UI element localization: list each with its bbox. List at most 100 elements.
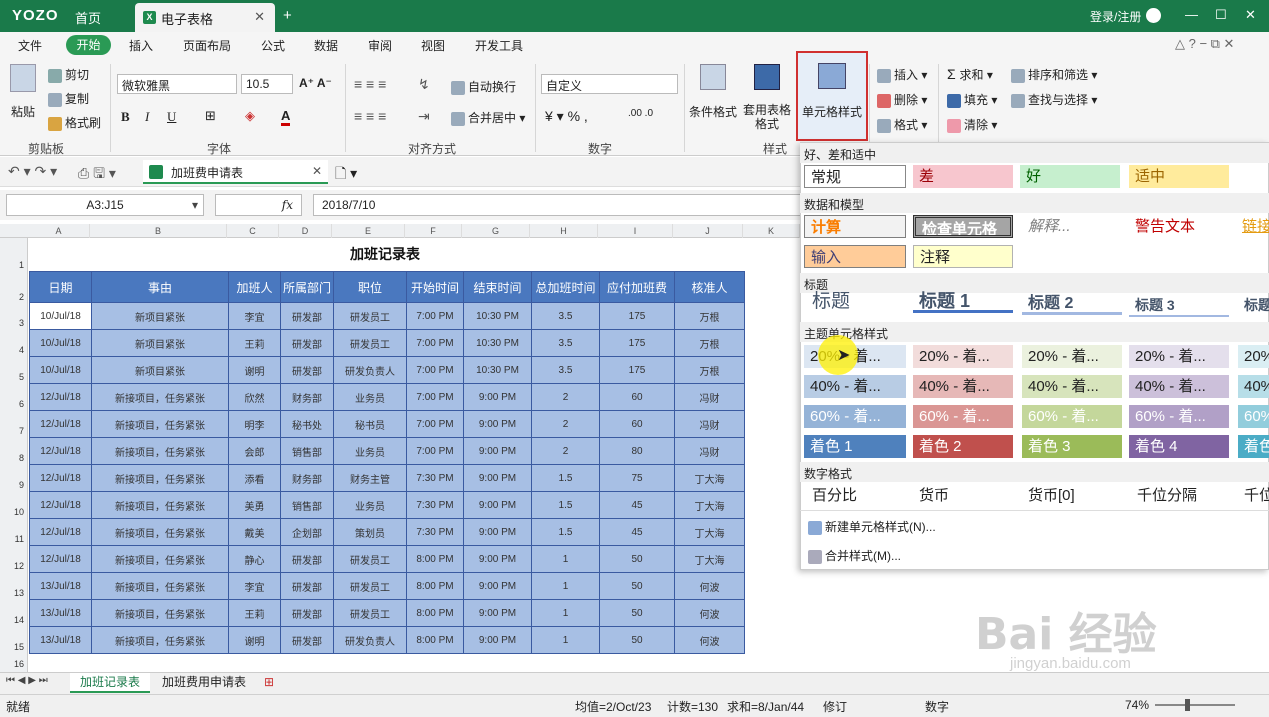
table-cell[interactable]: 175 — [599, 302, 675, 330]
table-cell[interactable]: 45 — [599, 491, 675, 519]
table-cell[interactable]: 1 — [531, 626, 600, 654]
table-cell[interactable]: 175 — [599, 356, 675, 384]
font-name-select[interactable]: 微软雅黑 — [117, 74, 237, 94]
table-cell[interactable]: 12/Jul/18 — [29, 545, 92, 573]
table-cell[interactable]: 13/Jul/18 — [29, 626, 92, 654]
header-cell[interactable]: 核准人 — [674, 271, 745, 303]
style-accent-1[interactable]: 着色 1 — [804, 435, 906, 458]
table-cell[interactable]: 新接项目，任务紧张 — [91, 383, 229, 411]
header-cell[interactable]: 日期 — [29, 271, 92, 303]
table-cell[interactable]: 丁大海 — [674, 545, 745, 573]
login-link[interactable]: 登录/注册 — [1090, 8, 1141, 25]
table-cell[interactable]: 80 — [599, 437, 675, 465]
data-table[interactable]: 日期 事由 加班人 所属部门 职位 开始时间 结束时间 总加班时间 应付加班费 … — [29, 271, 745, 654]
table-cell[interactable]: 9:00 PM — [463, 383, 532, 411]
style-explanatory[interactable]: 解释... — [1022, 215, 1122, 238]
style-60-accent-5[interactable]: 60% — [1238, 405, 1269, 428]
style-20-accent-4[interactable]: 20% - 着... — [1129, 345, 1229, 368]
table-cell[interactable]: 10/Jul/18 — [29, 302, 92, 330]
merge-center-button[interactable]: 合并居中 ▾ — [451, 109, 525, 126]
close-tab-icon[interactable]: ✕ — [254, 9, 265, 25]
paste-icon[interactable] — [10, 64, 36, 92]
table-cell[interactable]: 研发员工 — [333, 302, 407, 330]
sort-filter-button[interactable]: 排序和筛选 ▾ — [1011, 66, 1097, 83]
style-40-accent-4[interactable]: 40% - 着... — [1129, 375, 1229, 398]
table-cell[interactable]: 12/Jul/18 — [29, 491, 92, 519]
menu-formula[interactable]: 公式 — [261, 37, 285, 54]
style-note[interactable]: 注释 — [913, 245, 1013, 268]
table-cell[interactable]: 会郎 — [228, 437, 281, 465]
row-header[interactable]: 4 — [0, 345, 28, 355]
new-style-menu-item[interactable]: 新建单元格样式(N)... — [808, 518, 936, 535]
table-cell[interactable]: 10/Jul/18 — [29, 329, 92, 357]
clear-button[interactable]: 清除 ▾ — [947, 116, 997, 133]
table-cell[interactable]: 秘书处 — [280, 410, 334, 438]
column-header[interactable]: A — [28, 224, 90, 238]
underline-icon[interactable]: U — [167, 109, 176, 125]
style-60-accent-2[interactable]: 60% - 着... — [913, 405, 1013, 428]
table-style-button[interactable]: 套用表格格式 — [741, 103, 793, 131]
menu-developer[interactable]: 开发工具 — [475, 37, 523, 54]
table-cell[interactable]: 2 — [531, 383, 600, 411]
style-percent[interactable]: 百分比 — [806, 484, 906, 507]
column-header[interactable]: I — [598, 224, 673, 238]
table-cell[interactable]: 李宜 — [228, 302, 281, 330]
column-header[interactable]: F — [405, 224, 462, 238]
row-header[interactable]: 13 — [0, 588, 28, 598]
table-cell[interactable]: 秘书员 — [333, 410, 407, 438]
table-cell[interactable]: 12/Jul/18 — [29, 410, 92, 438]
style-currency[interactable]: 货币 — [913, 484, 1013, 507]
table-cell[interactable]: 研发部 — [280, 329, 334, 357]
table-cell[interactable]: 8:00 PM — [406, 626, 464, 654]
style-comma-0[interactable]: 千位 — [1238, 484, 1269, 507]
table-cell[interactable]: 业务员 — [333, 491, 407, 519]
row-header[interactable]: 14 — [0, 615, 28, 625]
align-left-icon[interactable]: ≡ ≡ ≡ — [354, 108, 386, 124]
zoom-slider[interactable] — [1155, 704, 1235, 706]
style-40-accent-3[interactable]: 40% - 着... — [1022, 375, 1122, 398]
style-input[interactable]: 输入 — [804, 245, 906, 268]
table-cell[interactable]: 9:00 PM — [463, 545, 532, 573]
document-tab[interactable]: X 电子表格 ✕ — [135, 3, 275, 32]
table-cell[interactable]: 戴美 — [228, 518, 281, 546]
indent-icon[interactable]: ⇥ — [418, 108, 430, 125]
table-cell[interactable]: 静心 — [228, 545, 281, 573]
style-20-accent-2[interactable]: 20% - 着... — [913, 345, 1013, 368]
style-normal[interactable]: 常规 — [804, 165, 906, 188]
style-20-accent-5[interactable]: 20% — [1238, 345, 1269, 368]
insert-cells-button[interactable]: 插入 ▾ — [877, 66, 927, 83]
table-cell[interactable]: 新接项目，任务紧张 — [91, 491, 229, 519]
table-cell[interactable]: 新接项目，任务紧张 — [91, 572, 229, 600]
header-cell[interactable]: 总加班时间 — [531, 271, 600, 303]
row-header[interactable]: 6 — [0, 399, 28, 409]
paste-button[interactable]: 粘贴 — [11, 103, 35, 120]
table-cell[interactable]: 10:30 PM — [463, 302, 532, 330]
table-cell[interactable]: 12/Jul/18 — [29, 518, 92, 546]
table-cell[interactable]: 7:00 PM — [406, 437, 464, 465]
table-cell[interactable]: 13/Jul/18 — [29, 572, 92, 600]
fx-button[interactable]: fx — [215, 194, 302, 216]
menu-insert[interactable]: 插入 — [129, 37, 153, 54]
style-accent-2[interactable]: 着色 2 — [913, 435, 1013, 458]
table-cell[interactable]: 万根 — [674, 356, 745, 384]
row-header[interactable]: 8 — [0, 453, 28, 463]
table-cell[interactable]: 欣然 — [228, 383, 281, 411]
table-cell[interactable]: 新接项目，任务紧张 — [91, 599, 229, 627]
table-cell[interactable]: 9:00 PM — [463, 464, 532, 492]
style-60-accent-1[interactable]: 60% - 着... — [804, 405, 906, 428]
table-cell[interactable]: 10/Jul/18 — [29, 356, 92, 384]
format-painter-button[interactable]: 格式刷 — [48, 114, 101, 131]
merge-style-menu-item[interactable]: 合并样式(M)... — [808, 547, 901, 564]
name-box[interactable]: A3:J15 ▾ — [6, 194, 204, 216]
column-header[interactable]: J — [673, 224, 743, 238]
style-heading-2[interactable]: 标题 2 — [1022, 292, 1122, 315]
new-file-icon[interactable]: 🗋 ▾ — [335, 163, 357, 187]
table-cell[interactable]: 50 — [599, 599, 675, 627]
table-cell[interactable]: 何波 — [674, 626, 745, 654]
column-header[interactable]: E — [332, 224, 405, 238]
row-header[interactable]: 3 — [0, 318, 28, 328]
style-comma[interactable]: 千位分隔 — [1131, 484, 1231, 507]
table-cell[interactable]: 8:00 PM — [406, 572, 464, 600]
table-cell[interactable]: 3.5 — [531, 302, 600, 330]
table-cell[interactable]: 7:00 PM — [406, 356, 464, 384]
